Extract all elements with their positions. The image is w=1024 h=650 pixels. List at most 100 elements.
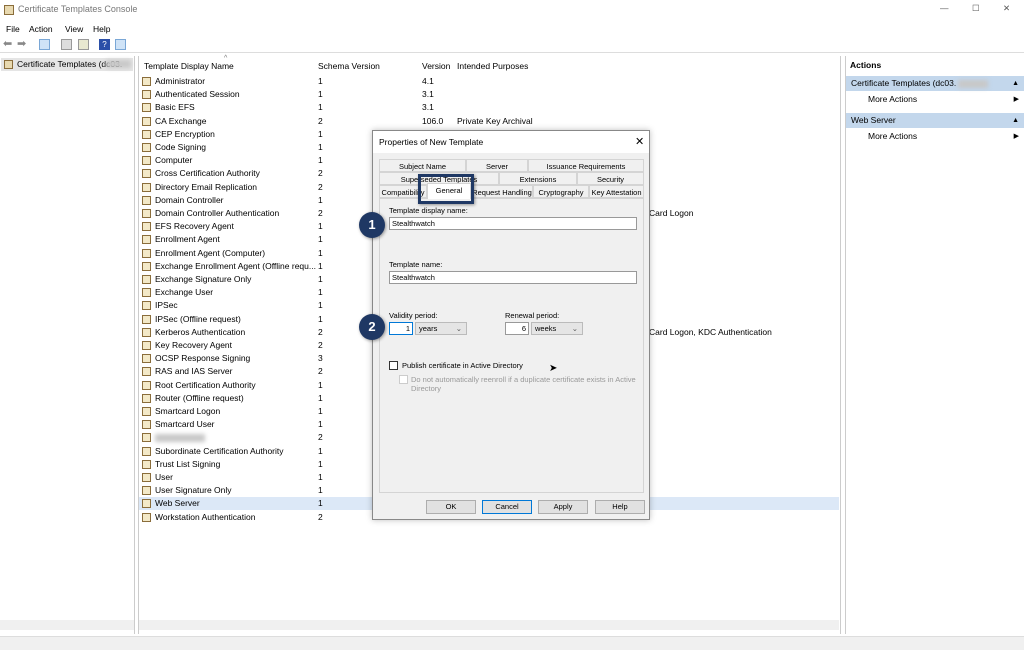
intended-purposes: Card Logon, KDC Authentication [649,326,772,337]
renewal-unit-select[interactable]: weeks ⌄ [531,322,583,335]
certificate-template-icon [142,341,151,350]
table-row[interactable]: CA Exchange 2 106.0 Private Key Archival [139,115,839,128]
table-row[interactable]: Administrator 1 4.1 [139,75,839,88]
publish-checkbox[interactable] [389,361,398,370]
menu-bar: File Action View Help [0,20,1024,37]
template-name: Router (Offline request) [155,392,244,403]
ok-button[interactable]: OK [426,500,476,514]
template-name: Root Certification Authority [155,379,256,390]
show-hide-action-pane-icon[interactable] [115,39,126,50]
submenu-arrow-icon: ▶ [1013,96,1019,103]
table-row[interactable]: Authenticated Session 1 3.1 [139,88,839,101]
tab-subject-name[interactable]: Subject Name [379,159,466,172]
tree-item-certificate-templates[interactable]: Certificate Templates (dc03. [1,58,133,71]
template-name: Kerberos Authentication [155,326,246,337]
template-name: Code Signing [155,142,207,152]
schema-version: 2 [318,511,323,522]
forward-icon[interactable]: ➡ [17,37,28,50]
schema-version: 1 [318,260,323,271]
certificate-template-icon [142,129,151,139]
version: 3.1 [422,89,434,100]
schema-version: 2 [318,115,323,126]
certificate-template-icon [142,420,151,430]
template-name: Domain Controller [155,194,224,205]
export-list-icon[interactable] [78,39,89,50]
certificate-template-icon [142,433,151,443]
collapse-icon[interactable]: ▲ [1012,113,1019,128]
show-hide-tree-icon[interactable] [39,39,50,50]
template-name: EFS Recovery Agent [155,221,234,232]
validity-period-input[interactable]: 1 [389,322,413,335]
title-bar: Certificate Templates Console — ☐ ✕ [0,0,1024,20]
tab-server[interactable]: Server [466,159,528,172]
menu-file[interactable]: File [6,24,20,34]
apply-button[interactable]: Apply [538,500,588,514]
certificate-template-icon [142,195,151,205]
more-actions-2[interactable]: More Actions ▶ [846,129,1024,144]
table-row[interactable]: Basic EFS 1 3.1 [139,101,839,114]
renewal-period-input[interactable]: 6 [505,322,529,335]
dialog-close-icon[interactable]: ✕ [635,135,644,148]
template-name: Basic EFS [155,102,195,113]
schema-version: 1 [318,142,323,152]
certificate-template-icon [142,499,151,509]
tree-horizontal-scrollbar[interactable] [0,620,134,630]
template-name: Smartcard Logon [155,406,221,416]
publish-label: Publish certificate in Active Directory [402,361,523,370]
template-name: Exchange User [155,287,214,298]
schema-version: 1 [318,274,323,284]
version: 4.1 [422,76,434,86]
tab-security[interactable]: Security [577,172,644,185]
tab-key-attestation[interactable]: Key Attestation [589,185,644,198]
menu-action[interactable]: Action [29,24,53,34]
tab-cryptography[interactable]: Cryptography [533,185,589,198]
menu-view[interactable]: View [65,24,83,34]
tab-extensions[interactable]: Extensions [499,172,577,185]
validity-unit-select[interactable]: years ⌄ [415,322,467,335]
template-name-input[interactable]: Stealthwatch [389,271,637,284]
template-name: Cross Certification Authority [155,168,260,179]
schema-version: 1 [318,498,323,509]
minimize-button[interactable]: — [940,3,949,13]
actions-group-certificate-templates[interactable]: Certificate Templates (dc03. ▲ [846,76,1024,91]
certificate-template-icon [142,314,151,324]
certificate-template-icon [142,248,151,258]
actions-title: Actions [850,60,882,70]
version: 3.1 [422,102,434,113]
help-button[interactable]: Help [595,500,645,514]
schema-version: 1 [318,379,323,390]
template-display-name-input[interactable]: Stealthwatch [389,217,637,230]
help-icon[interactable]: ? [99,39,110,50]
tab-issuance-requirements[interactable]: Issuance Requirements [528,159,644,172]
close-button[interactable]: ✕ [1003,3,1010,14]
maximize-button[interactable]: ☐ [972,3,980,14]
column-header-version[interactable]: Version [422,61,450,71]
version: 106.0 [422,115,444,126]
template-name: Workstation Authentication [155,511,256,522]
window-title: Certificate Templates Console [18,4,138,14]
reenroll-label: Do not automatically reenroll if a dupli… [411,375,636,393]
certificate-template-icon [142,407,151,416]
schema-version: 1 [318,234,323,245]
cancel-button[interactable]: Cancel [482,500,532,514]
column-header-schema[interactable]: Schema Version [318,61,380,71]
menu-help[interactable]: Help [93,24,110,34]
certificate-template-icon [142,209,151,218]
reenroll-checkbox[interactable] [399,375,408,384]
certificate-template-icon [142,512,151,522]
list-horizontal-scrollbar[interactable] [139,620,839,630]
column-header-name[interactable]: Template Display Name [144,61,234,71]
template-name: Enrollment Agent (Computer) [155,247,266,258]
tab-request-handling[interactable]: Request Handling [471,185,533,198]
validity-period-label: Validity period: [389,311,438,320]
actions-group-web-server[interactable]: Web Server ▲ [846,113,1024,128]
schema-version: 1 [318,287,323,298]
template-name: IPSec [155,300,178,311]
collapse-icon[interactable]: ▲ [1012,76,1019,91]
back-icon[interactable]: ⬅ [3,37,14,50]
column-header-purposes[interactable]: Intended Purposes [457,61,528,71]
certificate-template-icon [142,354,151,364]
template-name: Trust List Signing [155,458,221,469]
properties-icon[interactable] [61,39,72,50]
more-actions-1[interactable]: More Actions ▶ [846,92,1024,107]
